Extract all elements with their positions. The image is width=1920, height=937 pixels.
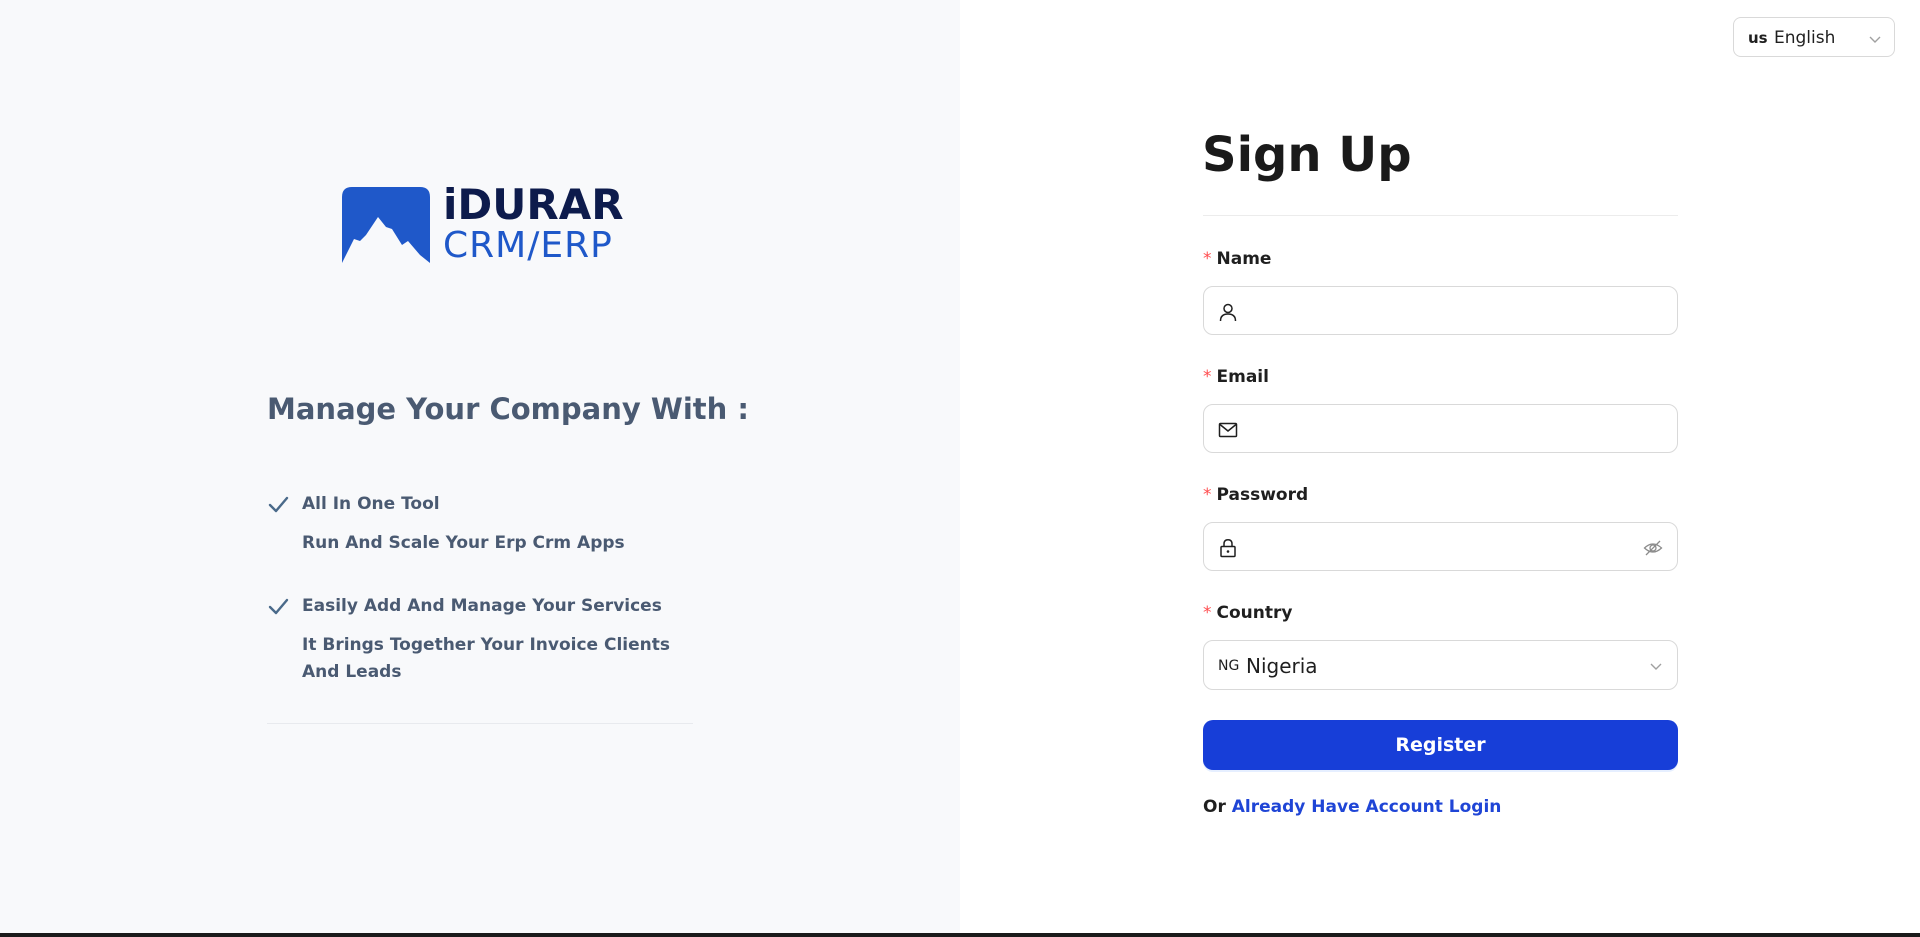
eye-invisible-icon[interactable]: [1643, 538, 1663, 558]
lock-icon: [1220, 539, 1236, 558]
language-select[interactable]: us English: [1733, 17, 1895, 57]
marketing-panel: iDURAR CRM/ERP Manage Your Company With …: [0, 0, 960, 933]
required-mark: *: [1203, 603, 1212, 623]
signup-page: iDURAR CRM/ERP Manage Your Company With …: [0, 0, 1920, 937]
mail-icon: [1218, 422, 1238, 438]
required-mark: *: [1203, 367, 1212, 387]
feature-description: Run And Scale Your Erp Crm Apps: [302, 533, 625, 553]
mountain-logo-icon: [342, 187, 430, 263]
login-prompt: Or Already Have Account Login: [1203, 797, 1501, 817]
name-label: * Name: [1203, 249, 1271, 269]
language-flag: us: [1748, 29, 1768, 47]
country-flag: NG: [1218, 658, 1240, 674]
chevron-down-icon: [1650, 663, 1662, 670]
country-value: Nigeria: [1246, 654, 1318, 678]
user-icon: [1219, 303, 1237, 322]
name-field[interactable]: [1203, 286, 1678, 335]
brand-logo: iDURAR CRM/ERP: [342, 184, 624, 264]
bottom-border: [0, 933, 1920, 937]
brand-title: iDURAR: [443, 180, 624, 229]
page-title: Sign Up: [1202, 127, 1412, 183]
check-icon: [268, 496, 289, 513]
language-label: English: [1774, 28, 1836, 48]
email-label-text: Email: [1216, 367, 1269, 387]
feature-title: All In One Tool: [302, 494, 440, 514]
check-icon: [268, 598, 289, 615]
country-label: * Country: [1203, 603, 1292, 623]
required-mark: *: [1203, 249, 1212, 269]
email-input[interactable]: [1250, 413, 1650, 444]
login-link[interactable]: Already Have Account Login: [1232, 797, 1502, 817]
divider: [1203, 215, 1678, 216]
divider: [267, 723, 693, 724]
feature-title: Easily Add And Manage Your Services: [302, 596, 662, 616]
name-input[interactable]: [1250, 295, 1650, 326]
register-button[interactable]: Register: [1203, 720, 1678, 770]
brand-wordmark: iDURAR CRM/ERP: [443, 184, 624, 264]
email-label: * Email: [1203, 367, 1269, 387]
email-field[interactable]: [1203, 404, 1678, 453]
password-label: * Password: [1203, 485, 1308, 505]
name-label-text: Name: [1216, 249, 1272, 269]
password-field[interactable]: [1203, 522, 1678, 571]
chevron-down-icon: [1869, 36, 1881, 43]
required-mark: *: [1203, 485, 1212, 505]
feature-description: It Brings Together Your Invoice Clients …: [302, 635, 671, 682]
country-select[interactable]: NG Nigeria: [1203, 640, 1678, 690]
login-prefix: Or: [1203, 797, 1226, 817]
marketing-title: Manage Your Company With :: [267, 392, 749, 426]
brand-subtitle: CRM/ERP: [443, 225, 613, 266]
password-label-text: Password: [1216, 485, 1309, 505]
country-label-text: Country: [1216, 603, 1293, 623]
password-input[interactable]: [1250, 531, 1650, 562]
